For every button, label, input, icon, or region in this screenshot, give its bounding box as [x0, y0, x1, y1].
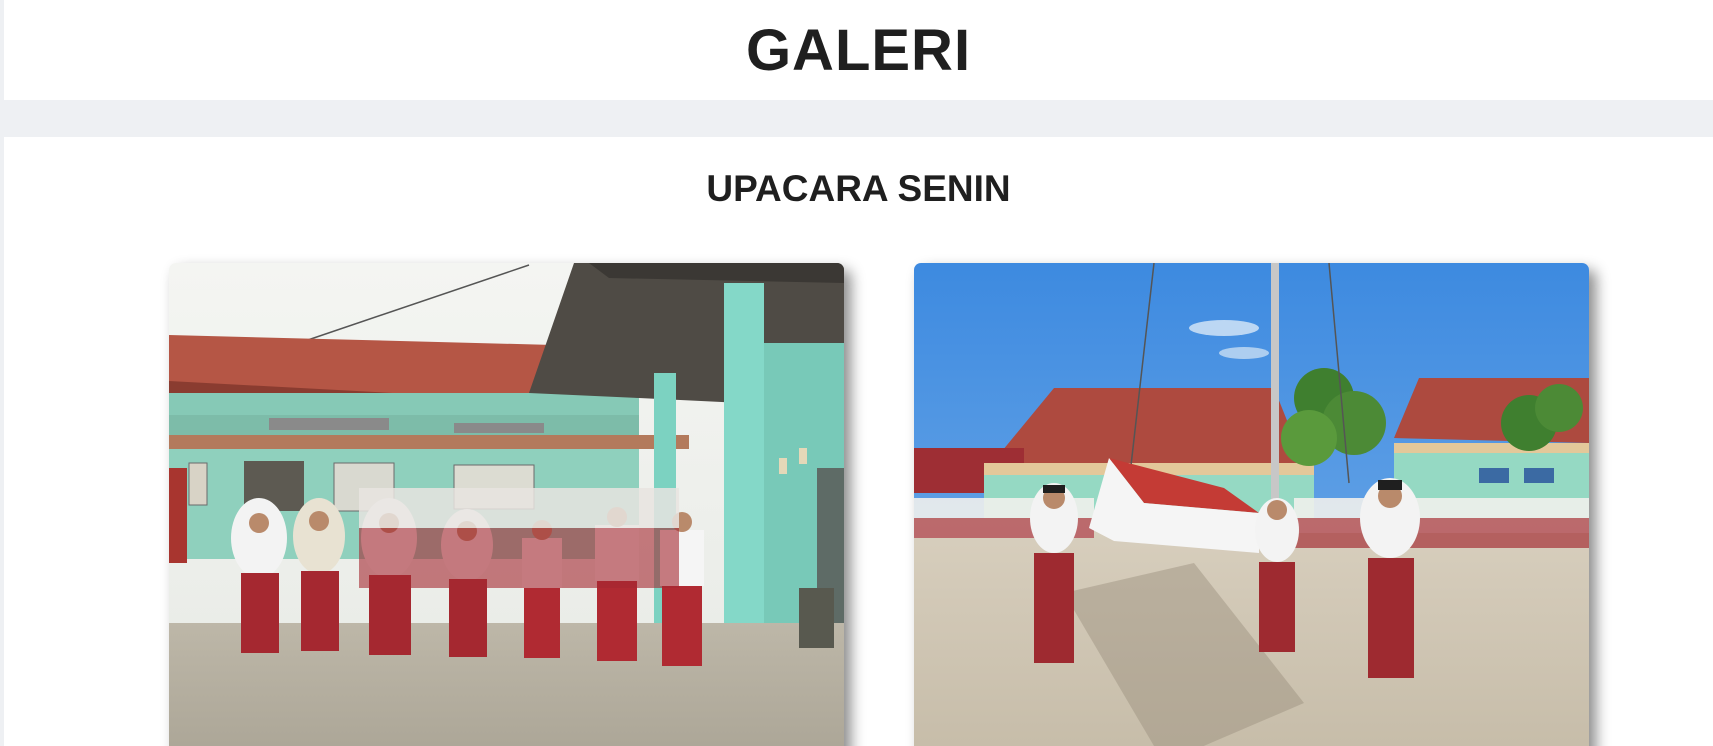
gallery-photo[interactable]: [914, 263, 1589, 746]
gallery-photo-students-lineup: [169, 263, 844, 746]
gallery-section-title: UPACARA SENIN: [706, 168, 1011, 209]
gallery-photo[interactable]: [169, 263, 844, 746]
gallery-photo-flag-raising: [914, 263, 1589, 746]
page-title: GALERI: [745, 18, 972, 83]
page-header: GALERI: [4, 0, 1713, 100]
gallery-section: UPACARA SENIN: [4, 137, 1713, 746]
